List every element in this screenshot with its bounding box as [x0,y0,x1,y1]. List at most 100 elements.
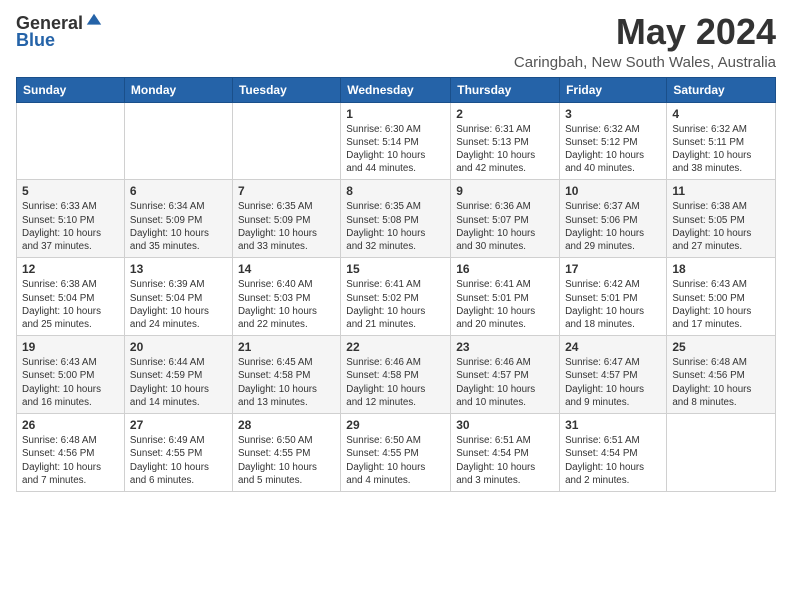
month-title: May 2024 [514,12,776,52]
table-row: 15 Sunrise: 6:41 AM Sunset: 5:02 PM Dayli… [341,258,451,336]
table-row: 21Sunrise: 6:45 AM Sunset: 4:58 PM Dayli… [232,336,340,414]
table-row: 30Sunrise: 6:51 AM Sunset: 4:54 PM Dayli… [451,414,560,492]
col-tuesday: Tuesday [232,77,340,102]
table-row: 16 Sunrise: 6:41 AM Sunset: 5:01 PM Dayli… [451,258,560,336]
day-info: Sunrise: 6:50 AM Sunset: 4:55 PM Dayligh… [346,434,445,487]
table-row: 24Sunrise: 6:47 AM Sunset: 4:57 PM Dayli… [560,336,667,414]
day-info: Sunrise: 6:35 AM Sunset: 5:08 PM Dayligh… [346,200,445,253]
day-info: Sunrise: 6:41 AM Sunset: 5:02 PM Dayligh… [346,278,445,331]
table-row [667,414,776,492]
calendar-header-row: Sunday Monday Tuesday Wednesday Thursday… [17,77,776,102]
day-number: 28 [238,418,335,432]
day-number: 6 [130,184,227,198]
day-number: 19 [22,340,119,354]
day-number: 17 [565,262,661,276]
table-row: 20Sunrise: 6:44 AM Sunset: 4:59 PM Dayli… [124,336,232,414]
table-row: 17 Sunrise: 6:42 AM Sunset: 5:01 PM Dayli… [560,258,667,336]
day-info: Sunrise: 6:45 AM Sunset: 4:58 PM Dayligh… [238,356,335,409]
calendar-week-row: 19 Sunrise: 6:43 AM Sunset: 5:00 PM Dayli… [17,336,776,414]
day-info: Sunrise: 6:32 AM Sunset: 5:12 PM Dayligh… [565,123,661,176]
table-row: 31 Sunrise: 6:51 AM Sunset: 4:54 PM Dayli… [560,414,667,492]
calendar-table: Sunday Monday Tuesday Wednesday Thursday… [16,77,776,492]
col-wednesday: Wednesday [341,77,451,102]
day-info: Sunrise: 6:42 AM Sunset: 5:01 PM Dayligh… [565,278,661,331]
col-saturday: Saturday [667,77,776,102]
table-row: 22 Sunrise: 6:46 AM Sunset: 4:58 PM Dayli… [341,336,451,414]
day-number: 9 [456,184,554,198]
table-row: 8 Sunrise: 6:35 AM Sunset: 5:08 PM Daylig… [341,180,451,258]
day-number: 23 [456,340,554,354]
table-row: 14Sunrise: 6:40 AM Sunset: 5:03 PM Dayli… [232,258,340,336]
day-info: Sunrise: 6:38 AM Sunset: 5:05 PM Dayligh… [672,200,770,253]
title-section: May 2024 Caringbah, New South Wales, Aus… [514,12,776,71]
day-info: Sunrise: 6:34 AM Sunset: 5:09 PM Dayligh… [130,200,227,253]
day-info: Sunrise: 6:32 AM Sunset: 5:11 PM Dayligh… [672,123,770,176]
day-info: Sunrise: 6:43 AM Sunset: 5:00 PM Dayligh… [672,278,770,331]
table-row: 9 Sunrise: 6:36 AM Sunset: 5:07 PM Daylig… [451,180,560,258]
table-row: 29 Sunrise: 6:50 AM Sunset: 4:55 PM Dayli… [341,414,451,492]
day-info: Sunrise: 6:46 AM Sunset: 4:57 PM Dayligh… [456,356,554,409]
table-row [124,102,232,180]
table-row: 18 Sunrise: 6:43 AM Sunset: 5:00 PM Dayli… [667,258,776,336]
table-row: 27Sunrise: 6:49 AM Sunset: 4:55 PM Dayli… [124,414,232,492]
day-info: Sunrise: 6:48 AM Sunset: 4:56 PM Dayligh… [22,434,119,487]
day-number: 13 [130,262,227,276]
table-row: 26 Sunrise: 6:48 AM Sunset: 4:56 PM Dayli… [17,414,125,492]
day-number: 2 [456,107,554,121]
day-info: Sunrise: 6:41 AM Sunset: 5:01 PM Dayligh… [456,278,554,331]
day-info: Sunrise: 6:49 AM Sunset: 4:55 PM Dayligh… [130,434,227,487]
day-info: Sunrise: 6:30 AM Sunset: 5:14 PM Dayligh… [346,123,445,176]
day-number: 11 [672,184,770,198]
location-title: Caringbah, New South Wales, Australia [514,54,776,71]
day-number: 8 [346,184,445,198]
day-number: 16 [456,262,554,276]
table-row: 7 Sunrise: 6:35 AM Sunset: 5:09 PM Daylig… [232,180,340,258]
day-number: 22 [346,340,445,354]
header: General Blue May 2024 Caringbah, New Sou… [16,12,776,71]
table-row: 11 Sunrise: 6:38 AM Sunset: 5:05 PM Dayli… [667,180,776,258]
day-info: Sunrise: 6:37 AM Sunset: 5:06 PM Dayligh… [565,200,661,253]
day-number: 31 [565,418,661,432]
table-row: 5 Sunrise: 6:33 AM Sunset: 5:10 PM Daylig… [17,180,125,258]
day-info: Sunrise: 6:47 AM Sunset: 4:57 PM Dayligh… [565,356,661,409]
table-row: 23 Sunrise: 6:46 AM Sunset: 4:57 PM Dayli… [451,336,560,414]
col-monday: Monday [124,77,232,102]
day-info: Sunrise: 6:46 AM Sunset: 4:58 PM Dayligh… [346,356,445,409]
day-info: Sunrise: 6:43 AM Sunset: 5:00 PM Dayligh… [22,356,119,409]
table-row: 13Sunrise: 6:39 AM Sunset: 5:04 PM Dayli… [124,258,232,336]
table-row: 2 Sunrise: 6:31 AM Sunset: 5:13 PM Daylig… [451,102,560,180]
table-row: 3 Sunrise: 6:32 AM Sunset: 5:12 PM Daylig… [560,102,667,180]
day-info: Sunrise: 6:51 AM Sunset: 4:54 PM Dayligh… [456,434,554,487]
day-number: 18 [672,262,770,276]
day-number: 5 [22,184,119,198]
day-number: 7 [238,184,335,198]
table-row [232,102,340,180]
table-row [17,102,125,180]
day-info: Sunrise: 6:48 AM Sunset: 4:56 PM Dayligh… [672,356,770,409]
table-row: 28Sunrise: 6:50 AM Sunset: 4:55 PM Dayli… [232,414,340,492]
day-info: Sunrise: 6:35 AM Sunset: 5:09 PM Dayligh… [238,200,335,253]
day-info: Sunrise: 6:31 AM Sunset: 5:13 PM Dayligh… [456,123,554,176]
calendar-week-row: 1 Sunrise: 6:30 AM Sunset: 5:14 PM Daylig… [17,102,776,180]
day-number: 1 [346,107,445,121]
day-info: Sunrise: 6:33 AM Sunset: 5:10 PM Dayligh… [22,200,119,253]
day-number: 15 [346,262,445,276]
table-row: 6 Sunrise: 6:34 AM Sunset: 5:09 PM Daylig… [124,180,232,258]
table-row: 4Sunrise: 6:32 AM Sunset: 5:11 PM Daylig… [667,102,776,180]
col-thursday: Thursday [451,77,560,102]
col-friday: Friday [560,77,667,102]
calendar-week-row: 26 Sunrise: 6:48 AM Sunset: 4:56 PM Dayli… [17,414,776,492]
day-info: Sunrise: 6:51 AM Sunset: 4:54 PM Dayligh… [565,434,661,487]
table-row: 10Sunrise: 6:37 AM Sunset: 5:06 PM Dayli… [560,180,667,258]
day-info: Sunrise: 6:36 AM Sunset: 5:07 PM Dayligh… [456,200,554,253]
table-row: 25Sunrise: 6:48 AM Sunset: 4:56 PM Dayli… [667,336,776,414]
table-row: 12Sunrise: 6:38 AM Sunset: 5:04 PM Dayli… [17,258,125,336]
page-container: General Blue May 2024 Caringbah, New Sou… [0,0,792,500]
day-number: 26 [22,418,119,432]
col-sunday: Sunday [17,77,125,102]
calendar-week-row: 5 Sunrise: 6:33 AM Sunset: 5:10 PM Daylig… [17,180,776,258]
day-number: 29 [346,418,445,432]
day-number: 20 [130,340,227,354]
calendar-week-row: 12Sunrise: 6:38 AM Sunset: 5:04 PM Dayli… [17,258,776,336]
day-number: 3 [565,107,661,121]
